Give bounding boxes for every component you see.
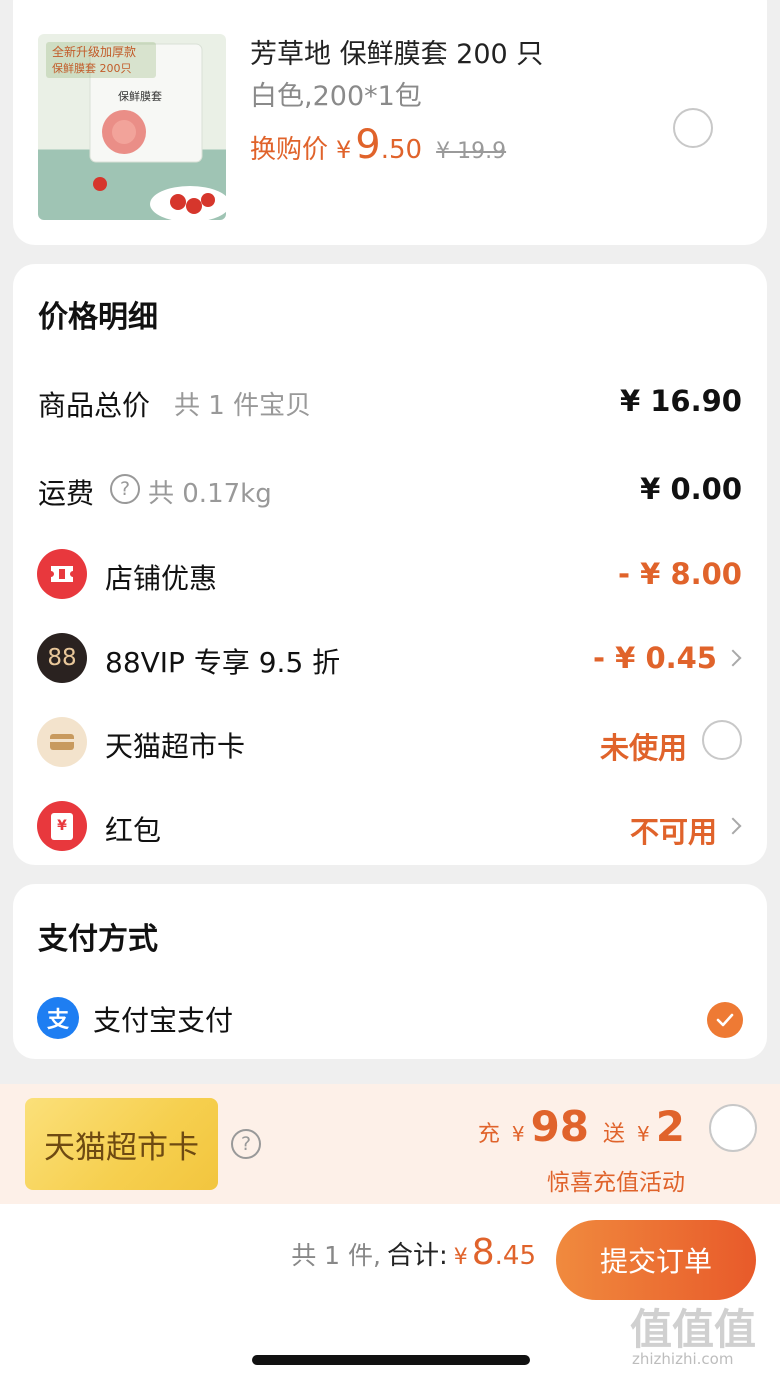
product-image[interactable]: 全新升级加厚款 保鲜膜套 200只 保鲜膜套	[38, 34, 226, 220]
product-title[interactable]: 芳草地 保鲜膜套 200 只	[250, 32, 543, 71]
price-integer: 9	[355, 122, 381, 168]
item-count: 共 1 件,	[291, 1241, 381, 1270]
red-packet-icon-text: ¥	[51, 812, 73, 840]
total-integer: 8	[471, 1232, 495, 1273]
tmall-card-label: 天猫超市卡	[105, 730, 246, 763]
price-detail-card: 价格明细 商品总价 共 1 件宝贝 ¥ 16.90 运费 ? 共 0.17kg …	[13, 264, 767, 865]
recharge-offer: 充 ¥ 98 送 ¥ 2	[478, 1102, 685, 1151]
order-total: 共 1 件, 合计: ¥ 8 .45	[291, 1232, 536, 1273]
currency-symbol: ¥	[336, 136, 352, 164]
total-currency: ¥	[453, 1245, 468, 1270]
watermark-logo: 值值值	[630, 1305, 757, 1354]
swap-price-label: 换购价	[250, 135, 329, 165]
payment-card: 支付方式 支 支付宝支付	[13, 884, 767, 1059]
total-label: 合计:	[386, 1241, 448, 1271]
recharge-select-radio[interactable]	[709, 1104, 757, 1152]
total-decimal: .45	[494, 1241, 536, 1271]
alipay-icon-text: 支	[46, 1008, 69, 1033]
product-spec: 白色,200*1包	[250, 81, 422, 112]
badge-line1: 全新升级加厚款	[52, 44, 136, 59]
tmall-card-icon	[37, 717, 87, 767]
vip-discount-value[interactable]: - ¥ 0.45	[593, 641, 717, 675]
submit-order-button[interactable]: 提交订单	[556, 1220, 756, 1300]
help-icon[interactable]: ?	[110, 474, 140, 504]
goods-total-count: 共 1 件宝贝	[174, 391, 312, 421]
chevron-right-icon[interactable]	[724, 817, 742, 835]
gift-prefix: 送	[603, 1122, 626, 1147]
help-icon[interactable]: ?	[231, 1129, 261, 1159]
checkout-footer: 共 1 件, 合计: ¥ 8 .45 提交订单 值值值 zhizhizhi.co…	[0, 1204, 780, 1380]
red-packet-icon: ¥	[37, 801, 87, 851]
gift-currency: ¥	[637, 1122, 650, 1146]
recharge-promo-bar: 天猫超市卡 ? 充 ¥ 98 送 ¥ 2 惊喜充值活动	[0, 1084, 780, 1204]
vip-88-icon-text: 88	[47, 645, 77, 671]
goods-total-label: 商品总价	[38, 389, 151, 422]
badge-line2: 保鲜膜套 200只	[52, 61, 132, 75]
tmall-card-badge[interactable]: 天猫超市卡	[25, 1098, 218, 1190]
recharge-currency: ¥	[511, 1122, 525, 1146]
home-indicator[interactable]	[252, 1355, 530, 1365]
goods-total-value: ¥ 16.90	[619, 384, 742, 418]
alipay-label[interactable]: 支付宝支付	[93, 999, 233, 1039]
price-decimal: .50	[380, 135, 423, 165]
red-packet-label: 红包	[105, 814, 162, 847]
product-select-radio[interactable]	[673, 108, 713, 148]
chevron-right-icon[interactable]	[724, 649, 742, 667]
recharge-amount: 98	[530, 1102, 590, 1151]
product-card: 全新升级加厚款 保鲜膜套 200只 保鲜膜套 芳草地 保鲜膜套 200 只 白色…	[13, 0, 767, 245]
checkmark-icon[interactable]	[707, 1002, 743, 1038]
watermark-domain: zhizhizhi.com	[632, 1350, 734, 1368]
product-photo-graphic: 全新升级加厚款 保鲜膜套 200只 保鲜膜套	[46, 42, 226, 220]
original-price: ¥ 19.9	[436, 139, 507, 164]
alipay-icon: 支	[37, 997, 79, 1039]
coupon-icon	[37, 549, 87, 599]
tmall-card-value: 未使用	[599, 731, 687, 765]
shipping-value: ¥ 0.00	[640, 472, 742, 506]
vip-discount-label: 88VIP 专享 9.5 折	[105, 646, 341, 679]
shipping-label: 运费	[38, 477, 95, 510]
recharge-prefix: 充	[477, 1122, 500, 1147]
tmall-card-radio[interactable]	[702, 720, 742, 760]
shipping-weight: 共 0.17kg	[148, 479, 272, 509]
store-discount-label: 店铺优惠	[105, 562, 218, 595]
red-packet-value[interactable]: 不可用	[630, 809, 717, 851]
promo-subtitle: 惊喜充值活动	[547, 1170, 685, 1196]
store-discount-value: - ¥ 8.00	[618, 557, 742, 591]
product-price-row: 换购价 ¥ 9 .50 ¥ 19.9	[250, 122, 506, 168]
payment-title: 支付方式	[38, 922, 158, 957]
bag-label: 保鲜膜套	[118, 89, 162, 103]
gift-amount: 2	[655, 1102, 685, 1151]
price-detail-title: 价格明细	[38, 300, 158, 335]
vip-88-icon: 88	[37, 633, 87, 683]
